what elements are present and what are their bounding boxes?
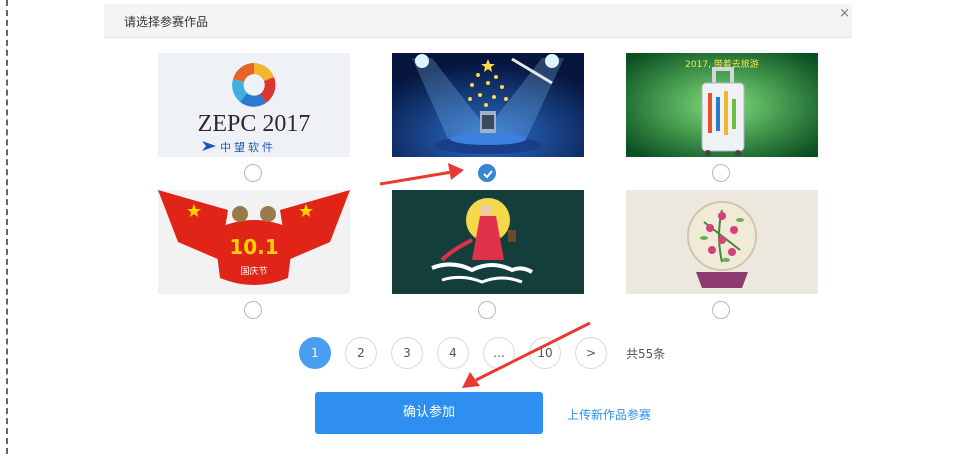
page-button-2[interactable]: 2 <box>345 337 377 369</box>
work-radio-2[interactable] <box>478 164 496 182</box>
next-page-button[interactable]: > <box>575 337 607 369</box>
work-card-national-day[interactable]: 10.1 国庆节 <box>158 190 350 294</box>
national-day-number: 10.1 <box>229 235 278 259</box>
moon-lady-image <box>392 190 584 294</box>
page-button-10[interactable]: 10 <box>529 337 561 369</box>
national-day-image: 10.1 国庆节 <box>158 190 350 285</box>
zepc-logo-image: ZEPC 2017 中望软件 <box>198 63 311 154</box>
stage-image <box>392 53 584 157</box>
page-button-1[interactable]: 1 <box>299 337 331 369</box>
work-radio-3[interactable] <box>712 164 730 182</box>
page-button-4[interactable]: 4 <box>437 337 469 369</box>
work-card-suitcase[interactable]: 2017, 带着去旅游 <box>626 53 818 157</box>
work-radio-5[interactable] <box>478 301 496 319</box>
zepc-logo-text: ZEPC 2017 <box>198 111 311 137</box>
total-count: 共55条 <box>626 347 666 361</box>
plate-image <box>626 190 818 294</box>
work-radio-6[interactable] <box>712 301 730 319</box>
close-button[interactable]: × <box>839 6 850 21</box>
work-radio-1[interactable] <box>244 164 262 182</box>
zepc-logo-subtext: 中望软件 <box>220 140 276 154</box>
page-button-3[interactable]: 3 <box>391 337 423 369</box>
dialog-header: 请选择参赛作品 × <box>104 4 852 38</box>
page-border-dashed <box>6 0 8 454</box>
work-card-moon-lady[interactable] <box>392 190 584 294</box>
work-card-zepc[interactable]: ZEPC 2017 中望软件 <box>158 53 350 157</box>
work-card-plate[interactable] <box>626 190 818 294</box>
suitcase-image: 2017, 带着去旅游 <box>626 53 818 157</box>
confirm-join-button[interactable]: 确认参加 <box>315 392 543 434</box>
dialog-title: 请选择参赛作品 <box>124 15 209 29</box>
page-ellipsis[interactable]: ... <box>483 337 515 369</box>
upload-new-work-link[interactable]: 上传新作品参赛 <box>567 406 651 423</box>
national-day-subtext: 国庆节 <box>240 265 267 277</box>
work-card-stage[interactable] <box>392 53 584 157</box>
checkmark-icon <box>483 170 493 179</box>
work-radio-4[interactable] <box>244 301 262 319</box>
